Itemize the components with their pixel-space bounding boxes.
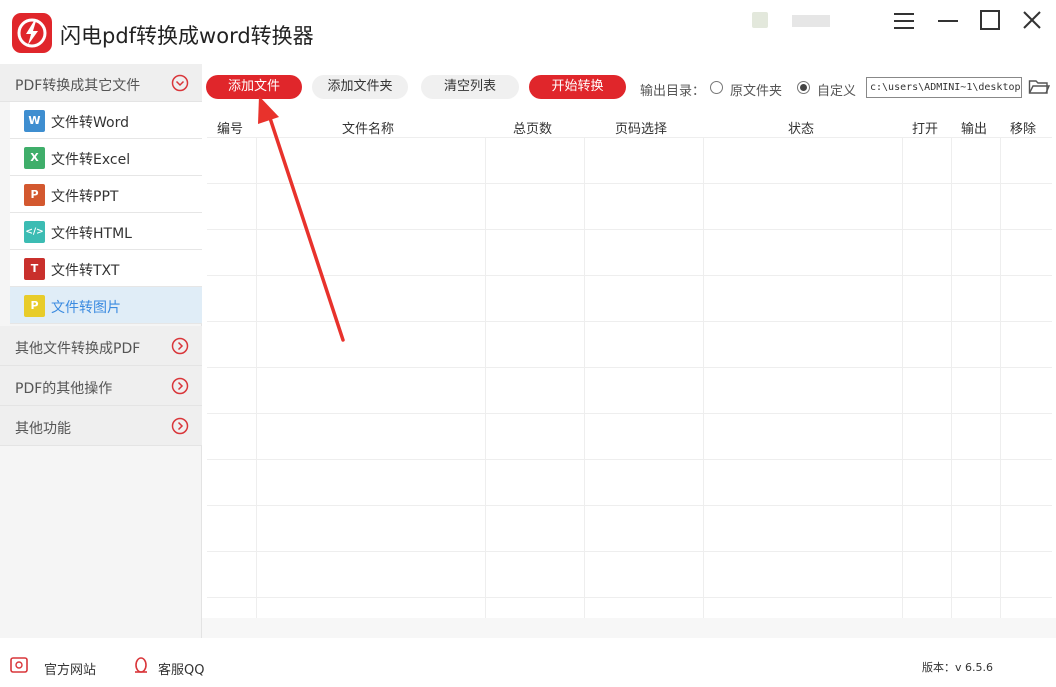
grid-line <box>256 138 257 618</box>
sidebar-group-pdf-to-other[interactable]: PDF转换成其它文件 <box>0 64 202 102</box>
grid-line <box>207 597 1052 598</box>
word-file-icon: W <box>24 110 45 132</box>
sidebar-group-other-to-pdf[interactable]: 其他文件转换成PDF <box>0 326 202 366</box>
website-icon[interactable] <box>10 657 34 675</box>
grid-line <box>207 367 1052 368</box>
grid-line <box>1000 138 1001 618</box>
original-folder-radio[interactable] <box>710 81 723 94</box>
minimize-icon[interactable] <box>934 8 962 34</box>
output-dir-label: 输出目录： <box>640 84 706 99</box>
grid-line <box>207 275 1052 276</box>
grid-line <box>207 551 1052 552</box>
grid-line <box>485 138 486 618</box>
clear-list-button[interactable]: 清空列表 <box>421 75 519 99</box>
grid-line <box>207 229 1052 230</box>
lightning-logo-icon <box>12 13 52 53</box>
grid-line <box>207 505 1052 506</box>
col-header-pages: 总页数 <box>513 122 553 137</box>
sidebar-group-label: PDF的其他操作 <box>15 381 113 397</box>
chevron-right-icon <box>171 377 189 395</box>
title-bar: 闪电pdf转换成word转换器 <box>0 0 1056 64</box>
sidebar-item-label: 文件转Word <box>51 115 129 131</box>
sidebar-item-to-txt[interactable]: T 文件转TXT <box>10 250 202 287</box>
txt-file-icon: T <box>24 258 45 280</box>
sidebar-group-pdf-ops[interactable]: PDF的其他操作 <box>0 366 202 406</box>
table-bottom-strip <box>202 618 1056 638</box>
official-site-link[interactable]: 官方网站 <box>44 659 96 678</box>
user-avatar[interactable] <box>752 12 768 28</box>
footer: 官方网站 客服QQ 版本：v 6.5.6 <box>0 638 1056 687</box>
grid-line <box>951 138 952 618</box>
ppt-file-icon: P <box>24 184 45 206</box>
sidebar-item-label: 文件转PPT <box>51 189 119 205</box>
grid-line <box>902 138 903 618</box>
support-qq-link[interactable]: 客服QQ <box>158 659 204 678</box>
sidebar-item-label: 文件转Excel <box>51 152 131 168</box>
sidebar-item-label: 文件转HTML <box>51 226 132 242</box>
sidebar: PDF转换成其它文件 W 文件转Word X 文件转Excel P 文件转PPT… <box>0 64 202 638</box>
sidebar-item-to-html[interactable]: </> 文件转HTML <box>10 213 202 250</box>
sidebar-item-to-image[interactable]: P 文件转图片 <box>10 287 202 324</box>
add-folder-button[interactable]: 添加文件夹 <box>312 75 408 99</box>
file-table: 编号 文件名称 总页数 页码选择 状态 打开 输出 移除 <box>207 114 1052 618</box>
sidebar-group-label: 其他功能 <box>15 421 71 437</box>
user-name-blurred[interactable] <box>792 15 830 27</box>
sidebar-item-to-word[interactable]: W 文件转Word <box>10 102 202 139</box>
close-icon[interactable] <box>1018 8 1046 34</box>
grid-line <box>584 138 585 618</box>
image-file-icon: P <box>24 295 45 317</box>
sidebar-item-label: 文件转TXT <box>51 263 120 279</box>
output-path-input[interactable]: c:\users\ADMINI~1\desktop <box>866 77 1022 98</box>
version-label: 版本：v 6.5.6 <box>922 661 993 674</box>
custom-folder-radio[interactable] <box>797 81 810 94</box>
chevron-down-icon <box>171 74 189 92</box>
app-title: 闪电pdf转换成word转换器 <box>60 24 314 48</box>
folder-open-icon[interactable] <box>1028 77 1051 97</box>
grid-line <box>207 137 1052 138</box>
col-header-status: 状态 <box>788 122 815 137</box>
chevron-right-icon <box>171 417 189 435</box>
col-header-remove: 移除 <box>1010 122 1037 137</box>
grid-line <box>703 138 704 618</box>
col-header-index: 编号 <box>217 122 244 137</box>
qq-penguin-icon[interactable] <box>132 656 150 676</box>
html-file-icon: </> <box>24 221 45 243</box>
sidebar-item-to-excel[interactable]: X 文件转Excel <box>10 139 202 176</box>
sidebar-item-to-ppt[interactable]: P 文件转PPT <box>10 176 202 213</box>
menu-icon[interactable] <box>890 8 918 34</box>
original-folder-label[interactable]: 原文件夹 <box>730 80 782 99</box>
excel-file-icon: X <box>24 147 45 169</box>
sidebar-group-label: PDF转换成其它文件 <box>15 78 141 94</box>
add-file-button[interactable]: 添加文件 <box>206 75 302 99</box>
col-header-filename: 文件名称 <box>342 122 395 137</box>
chevron-right-icon <box>171 337 189 355</box>
col-header-output: 输出 <box>961 122 988 137</box>
grid-line <box>207 413 1052 414</box>
sidebar-item-label: 文件转图片 <box>51 300 121 316</box>
sidebar-group-label: 其他文件转换成PDF <box>15 341 141 357</box>
start-convert-button[interactable]: 开始转换 <box>529 75 626 99</box>
col-header-page-select: 页码选择 <box>615 122 668 137</box>
custom-folder-label[interactable]: 自定义 <box>817 80 856 99</box>
grid-line <box>207 459 1052 460</box>
grid-line <box>207 321 1052 322</box>
sidebar-group-other-funcs[interactable]: 其他功能 <box>0 406 202 446</box>
col-header-open: 打开 <box>912 122 939 137</box>
grid-line <box>207 183 1052 184</box>
maximize-icon[interactable] <box>976 8 1004 34</box>
